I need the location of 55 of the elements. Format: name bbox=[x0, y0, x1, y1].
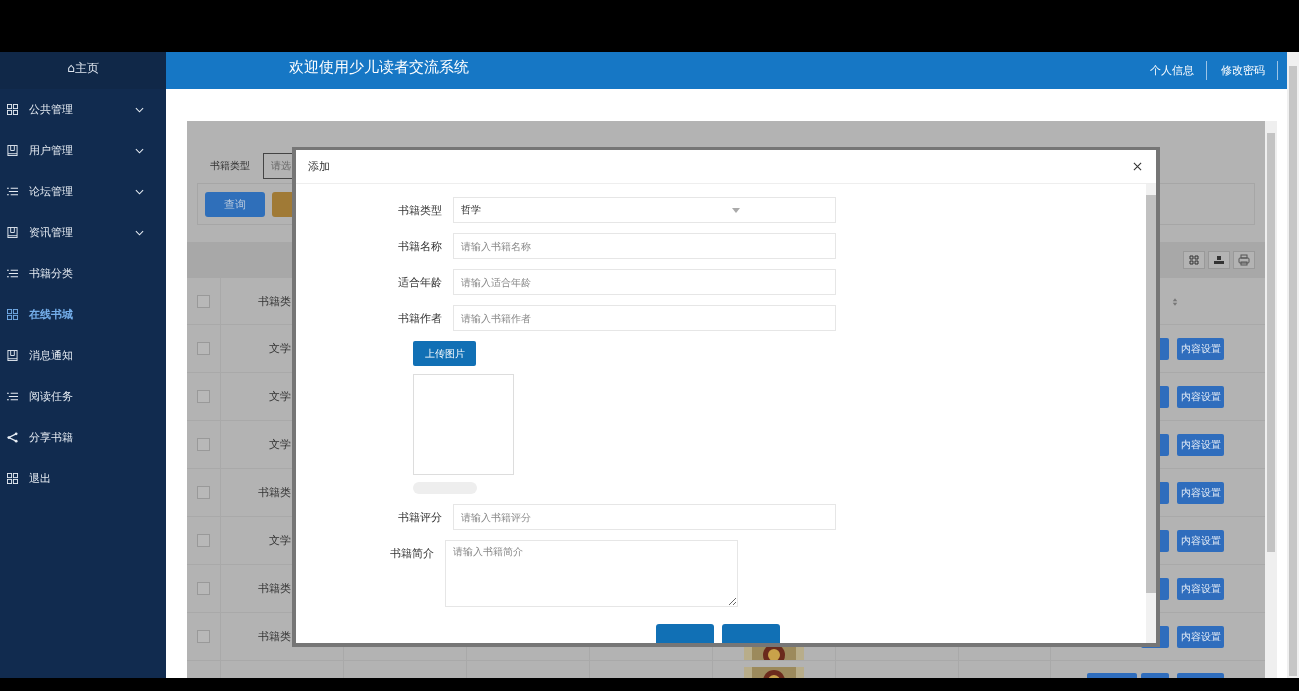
sidebar-item-label: 论坛管理 bbox=[29, 184, 74, 199]
sidebar-item[interactable]: 退出 bbox=[0, 458, 166, 499]
content-settings-button[interactable]: 内容设置 bbox=[1177, 481, 1224, 504]
sidebar-item[interactable]: 阅读任务 bbox=[0, 376, 166, 417]
sidebar-item[interactable]: 分享书籍 bbox=[0, 417, 166, 458]
input-field[interactable]: 请输入书籍作者 bbox=[453, 305, 836, 331]
app-title: 欢迎使用少儿读者交流系统 bbox=[289, 58, 469, 77]
header-link[interactable]: 修改密码 bbox=[1207, 61, 1278, 80]
sidebar-item-label: 退出 bbox=[29, 471, 52, 486]
input-field[interactable]: 请输入适合年龄 bbox=[453, 269, 836, 295]
content-settings-button[interactable]: 内容设置 bbox=[1177, 337, 1224, 360]
sidebar-item[interactable]: 论坛管理 bbox=[0, 171, 166, 212]
filter-label: 书籍类型 bbox=[210, 159, 251, 173]
home-link[interactable]: ⌂主页 bbox=[0, 52, 166, 89]
sidebar-item-label: 在线书城 bbox=[29, 307, 74, 322]
field-label: 书籍评分 bbox=[397, 509, 442, 525]
query-button[interactable]: 查询 bbox=[205, 191, 265, 217]
sidebar-item[interactable]: 在线书城 bbox=[0, 294, 166, 335]
sidebar-item-label: 公共管理 bbox=[29, 102, 74, 117]
field-label: 书籍作者 bbox=[397, 310, 442, 326]
dialog-title: 添加 bbox=[308, 159, 330, 174]
header-link[interactable]: 个人信息 bbox=[1136, 61, 1207, 80]
sidebar-item-label: 阅读任务 bbox=[29, 389, 74, 404]
sidebar-item-label: 书籍分类 bbox=[29, 266, 74, 281]
sidebar-item[interactable]: 消息通知 bbox=[0, 335, 166, 376]
table-cell: 书籍类 bbox=[258, 629, 291, 644]
column-header: 书籍类 bbox=[258, 294, 291, 309]
input-field[interactable]: 请输入书籍评分 bbox=[453, 504, 836, 530]
table-cell: 文学 bbox=[269, 341, 291, 356]
sidebar-item[interactable]: 书籍分类 bbox=[0, 253, 166, 294]
table-cell: 书籍类 bbox=[258, 485, 291, 500]
content-settings-button[interactable]: 内容设置 bbox=[1177, 577, 1224, 600]
input-field[interactable]: 请输入书籍名称 bbox=[453, 233, 836, 259]
table-cell: 文学 bbox=[269, 533, 291, 548]
table-cell: 文学 bbox=[269, 389, 291, 404]
field-label: 书籍名称 bbox=[397, 238, 442, 254]
content-settings-button[interactable]: 内容设置 bbox=[1177, 529, 1224, 552]
content-settings-button[interactable]: 内容设置 bbox=[1177, 433, 1224, 456]
field-label: 书籍简介 bbox=[389, 546, 434, 561]
upload-button[interactable]: 上传图片 bbox=[413, 341, 476, 366]
sidebar-item-label: 消息通知 bbox=[29, 348, 74, 363]
sidebar-item-label: 用户管理 bbox=[29, 143, 74, 158]
sidebar-item-label: 分享书籍 bbox=[29, 430, 74, 445]
sidebar-item[interactable]: 用户管理 bbox=[0, 130, 166, 171]
intro-field[interactable]: 请输入书籍简介 bbox=[445, 540, 738, 607]
content-settings-button[interactable]: 内容设置 bbox=[1177, 385, 1224, 408]
table-cell: 书籍类 bbox=[258, 581, 291, 596]
sidebar-item[interactable]: 公共管理 bbox=[0, 89, 166, 130]
content-settings-button[interactable]: 内容设置 bbox=[1177, 625, 1224, 648]
sidebar-item-label: 资讯管理 bbox=[29, 225, 74, 240]
field-label: 书籍类型 bbox=[397, 202, 442, 218]
sidebar-item[interactable]: 资讯管理 bbox=[0, 212, 166, 253]
table-cell: 文学 bbox=[269, 437, 291, 452]
field-label: 适合年龄 bbox=[397, 274, 442, 290]
type-select[interactable]: 哲学 bbox=[453, 197, 836, 223]
